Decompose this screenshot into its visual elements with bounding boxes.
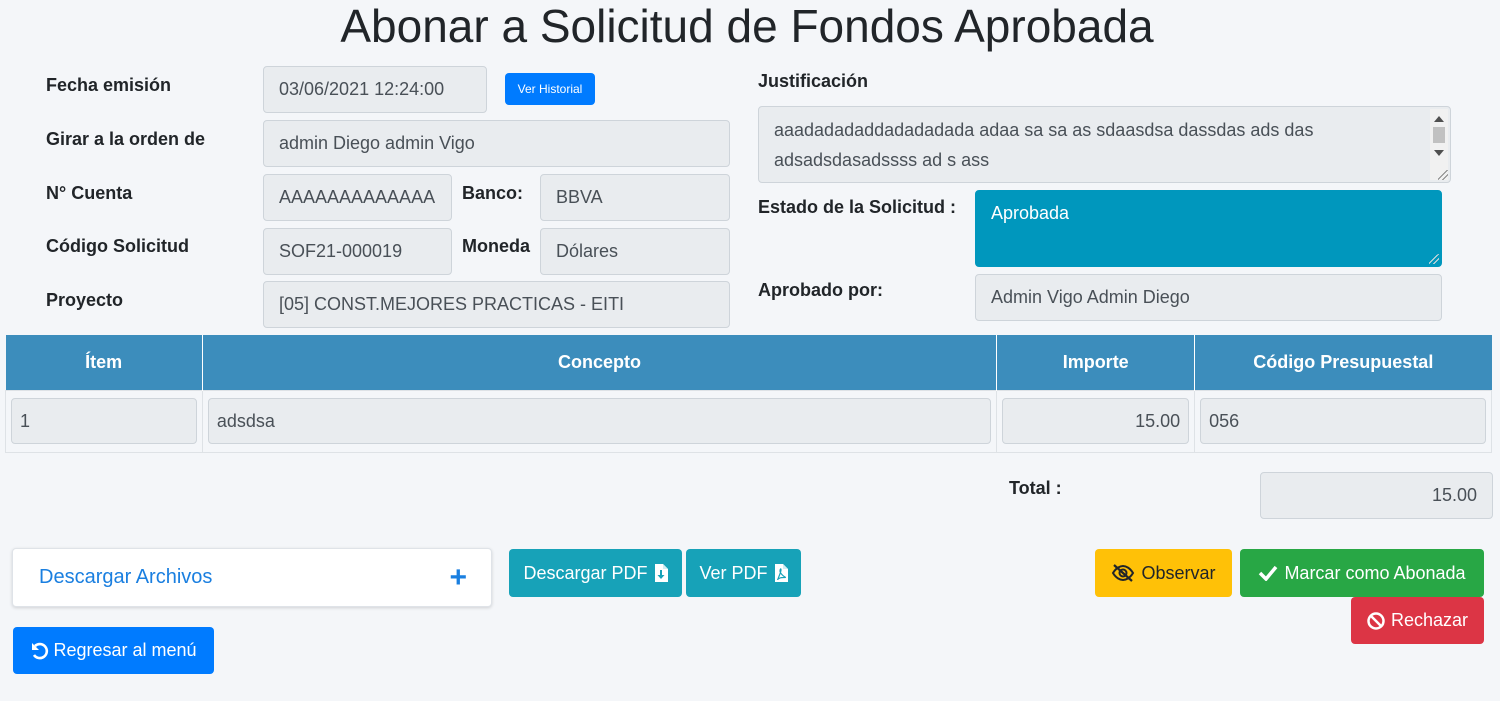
marcar-abonada-label: Marcar como Abonada [1284, 562, 1466, 583]
descargar-pdf-label: Descargar PDF [523, 562, 648, 583]
scroll-down-icon[interactable] [1434, 150, 1444, 156]
items-table: Ítem Concepto Importe Código Presupuesta… [5, 335, 1492, 453]
banco-label: Banco: [462, 183, 524, 203]
girar-label: Girar a la orden de [46, 129, 206, 149]
proyecto-label: Proyecto [46, 290, 124, 310]
resize-grip-icon[interactable] [1438, 170, 1448, 180]
table-cell-concepto: adsdsa [201, 389, 998, 453]
estado-label: Estado de la Solicitud : [758, 197, 957, 217]
undo-icon [30, 641, 50, 661]
total-field: 15.00 [1260, 472, 1493, 519]
table-cell-importe: 15.00 [996, 389, 1196, 453]
ver-pdf-button[interactable]: Ver PDF [686, 549, 801, 597]
column-header-codigo: Código Presupuestal [1194, 335, 1492, 390]
justificacion-textarea[interactable]: aaadadadaddadadadada adaa sa sa as sdaas… [758, 106, 1451, 183]
column-header-item: Ítem [5, 335, 203, 390]
cuenta-field: AAAAAAAAAAAAA [263, 174, 452, 221]
column-header-concepto: Concepto [202, 335, 998, 390]
moneda-field: Dólares [540, 228, 730, 275]
descargar-pdf-button[interactable]: Descargar PDF [509, 549, 682, 597]
table-cell-item: 1 [5, 389, 203, 453]
regresar-button[interactable]: Regresar al menú [13, 627, 214, 674]
eye-slash-icon [1111, 564, 1135, 582]
total-label: Total : [1009, 478, 1062, 498]
column-header-importe: Importe [996, 335, 1196, 390]
rechazar-label: Rechazar [1390, 610, 1469, 630]
ver-historial-button[interactable]: Ver Historial [505, 73, 595, 105]
estado-value: Aprobada [991, 203, 1070, 223]
marcar-abonada-button[interactable]: Marcar como Abonada [1240, 549, 1484, 597]
observar-button[interactable]: Observar [1095, 549, 1232, 597]
page-title: Abonar a Solicitud de Fondos Aprobada [340, 0, 1154, 52]
moneda-label: Moneda [462, 236, 531, 256]
file-pdf-icon [774, 564, 788, 582]
aprobado-label: Aprobado por: [758, 280, 883, 300]
proyecto-field: [05] CONST.MEJORES PRACTICAS - EITI [263, 281, 730, 328]
codigo-solicitud-field: SOF21-000019 [263, 228, 452, 275]
scroll-up-icon[interactable] [1434, 116, 1444, 122]
girar-field: admin Diego admin Vigo [263, 120, 730, 167]
banco-field: BBVA [540, 174, 730, 221]
table-row: 1 adsdsa 15.00 056 [5, 389, 1492, 453]
rechazar-button[interactable]: Rechazar [1351, 597, 1484, 644]
regresar-label: Regresar al menú [53, 640, 197, 660]
fecha-emision-field: 03/06/2021 12:24:00 [263, 66, 487, 113]
scroll-thumb[interactable] [1433, 127, 1445, 143]
importe-input: 15.00 [1002, 398, 1190, 444]
check-icon [1258, 565, 1278, 581]
estado-resize-grip-icon[interactable] [1429, 254, 1439, 264]
estado-field: Aprobada [975, 190, 1442, 267]
descargar-archivos-label: Descargar Archivos [39, 566, 213, 588]
justificacion-text: aaadadadaddadadadada adaa sa sa as sdaas… [774, 120, 1314, 170]
plus-icon[interactable]: + [449, 562, 467, 593]
fecha-emision-label: Fecha emisión [46, 75, 172, 95]
concepto-input: adsdsa [207, 398, 992, 444]
cuenta-label: N° Cuenta [46, 183, 133, 203]
ban-icon [1367, 611, 1385, 630]
codigo-solicitud-label: Código Solicitud [46, 236, 189, 256]
table-cell-codigo: 056 [1194, 389, 1492, 453]
justificacion-label: Justificación [758, 71, 869, 91]
observar-label: Observar [1141, 562, 1216, 583]
item-input: 1 [11, 398, 197, 444]
descargar-archivos-accordion[interactable]: Descargar Archivos + [12, 548, 492, 607]
aprobado-field: Admin Vigo Admin Diego [975, 274, 1442, 321]
file-download-icon [654, 564, 668, 582]
codigo-presupuestal-input: 056 [1200, 398, 1486, 444]
ver-pdf-label: Ver PDF [699, 562, 768, 583]
